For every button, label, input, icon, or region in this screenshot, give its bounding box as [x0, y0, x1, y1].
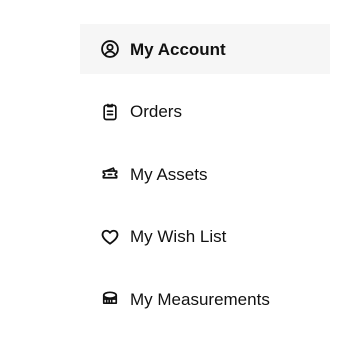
menu-item-my-wish-list[interactable]: My Wish List	[80, 212, 330, 262]
account-menu: My Account Orders My Assets My Wish List…	[80, 24, 330, 337]
menu-item-orders[interactable]: Orders	[80, 87, 330, 137]
menu-item-my-account[interactable]: My Account	[80, 24, 330, 74]
user-circle-icon	[100, 39, 120, 59]
menu-item-my-assets[interactable]: My Assets	[80, 149, 330, 199]
ticket-icon	[100, 164, 120, 184]
measure-icon	[100, 289, 120, 309]
menu-item-label: My Account	[130, 39, 226, 59]
menu-item-label: My Wish List	[130, 227, 227, 246]
menu-item-label: My Assets	[130, 164, 208, 184]
heart-icon	[100, 227, 120, 247]
menu-item-label: My Measurements	[130, 289, 270, 309]
clipboard-icon	[100, 102, 120, 122]
menu-item-my-measurements[interactable]: My Measurements	[80, 274, 330, 324]
menu-item-label: Orders	[130, 102, 182, 121]
